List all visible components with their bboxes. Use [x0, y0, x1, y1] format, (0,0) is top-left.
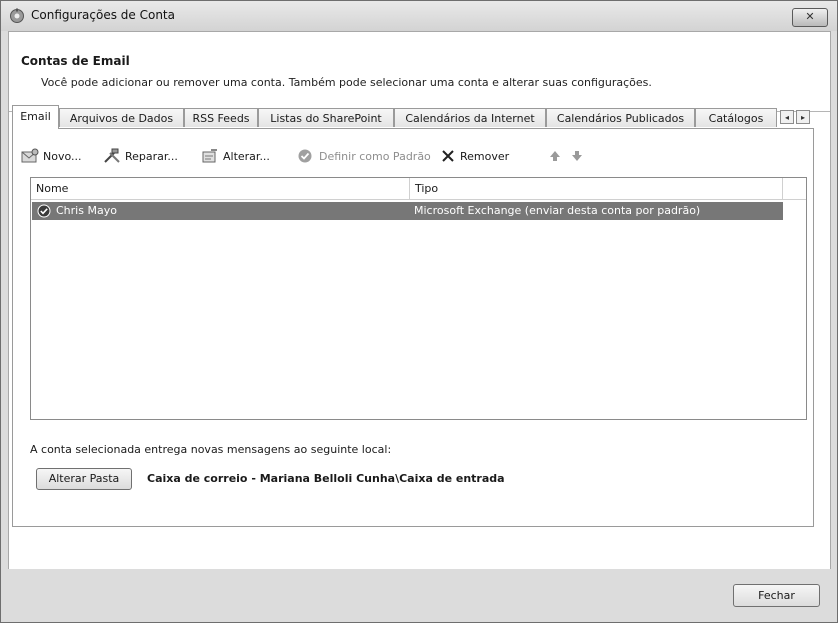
tab-label: Arquivos de Dados: [69, 112, 174, 125]
new-account-label: Novo...: [43, 149, 82, 163]
column-header-type[interactable]: Tipo: [410, 178, 783, 199]
account-name-cell: Chris Mayo: [56, 204, 117, 217]
tools-icon: [104, 148, 120, 163]
delivery-label: A conta selecionada entrega novas mensag…: [30, 443, 392, 456]
tab-label: Listas do SharePoint: [270, 112, 382, 125]
check-circle-icon: [298, 149, 312, 163]
default-account-check-icon: [37, 204, 51, 218]
account-settings-window: Configurações de Conta ✕ Contas de Email…: [0, 0, 838, 623]
move-up-button[interactable]: [548, 145, 566, 167]
column-header-name[interactable]: Nome: [31, 178, 410, 199]
up-arrow-icon: [550, 151, 560, 161]
close-dialog-button[interactable]: Fechar: [733, 584, 820, 607]
tab-label: Catálogos: [708, 112, 764, 125]
dialog-footer: [1, 569, 837, 622]
account-settings-icon: [10, 8, 24, 23]
set-default-label: Definir como Padrão: [319, 149, 431, 163]
section-description: Você pode adicionar ou remover uma conta…: [41, 76, 652, 89]
tab-rss-feeds[interactable]: RSS Feeds: [184, 108, 258, 127]
section-title: Contas de Email: [21, 54, 130, 68]
delivery-location: Caixa de correio - Mariana Belloli Cunha…: [147, 472, 505, 485]
tab-data-files[interactable]: Arquivos de Dados: [59, 108, 184, 127]
repair-label: Reparar...: [125, 149, 178, 163]
tab-published-calendars[interactable]: Calendários Publicados: [546, 108, 695, 127]
new-account-button[interactable]: Novo...: [21, 145, 82, 167]
account-toolbar: Novo... Reparar... Alterar... Definir co…: [21, 145, 801, 167]
remove-icon: [442, 150, 454, 162]
account-type-cell: Microsoft Exchange (enviar desta conta p…: [414, 204, 701, 217]
window-title: Configurações de Conta: [31, 8, 175, 22]
close-icon: ✕: [805, 10, 815, 23]
window-close-button[interactable]: ✕: [792, 8, 828, 27]
new-mail-icon: [21, 148, 39, 163]
chevron-left-icon: ◂: [784, 113, 789, 122]
remove-button[interactable]: Remover: [440, 145, 509, 167]
tab-scroll-right-button[interactable]: ▸: [796, 110, 810, 124]
tab-strip: Email Arquivos de Dados RSS Feeds Listas…: [12, 105, 814, 129]
edit-account-icon: [202, 149, 217, 163]
table-row[interactable]: Chris Mayo Microsoft Exchange (enviar de…: [32, 202, 783, 220]
change-folder-button[interactable]: Alterar Pasta: [36, 468, 132, 490]
tab-label: Email: [20, 110, 51, 123]
list-header: Nome Tipo: [31, 178, 806, 200]
tab-catalogs[interactable]: Catálogos: [695, 108, 777, 127]
change-button[interactable]: Alterar...: [201, 145, 270, 167]
account-list[interactable]: Nome Tipo Chris Mayo Microsoft Exchange …: [30, 177, 807, 420]
tab-label: Calendários Publicados: [556, 112, 685, 125]
move-down-button[interactable]: [570, 145, 588, 167]
tab-scroll-left-button[interactable]: ◂: [780, 110, 794, 124]
tab-label: RSS Feeds: [192, 112, 250, 125]
title-bar: Configurações de Conta ✕: [1, 1, 837, 31]
tab-email[interactable]: Email: [12, 105, 59, 129]
set-default-button[interactable]: Definir como Padrão: [297, 145, 431, 167]
tab-internet-calendars[interactable]: Calendários da Internet: [394, 108, 546, 127]
change-label: Alterar...: [223, 149, 270, 163]
chevron-right-icon: ▸: [800, 113, 805, 122]
down-arrow-icon: [572, 151, 582, 161]
tab-label: Calendários da Internet: [405, 112, 535, 125]
remove-label: Remover: [460, 149, 510, 163]
tab-sharepoint-lists[interactable]: Listas do SharePoint: [258, 108, 394, 127]
repair-button[interactable]: Reparar...: [103, 145, 178, 167]
